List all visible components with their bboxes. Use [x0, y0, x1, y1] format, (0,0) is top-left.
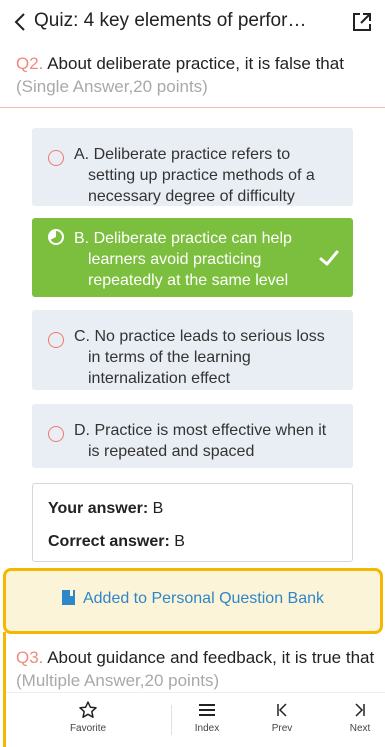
question-bank-text: Added to Personal Question Bank — [82, 590, 325, 607]
your-answer-label: Your answer: — [48, 500, 149, 517]
prev-button[interactable]: Prev — [260, 693, 304, 747]
correct-answer-value: B — [174, 533, 185, 550]
menu-icon — [199, 704, 215, 716]
radio-icon — [48, 426, 64, 442]
question-2-header: Q2. About deliberate practice, it is fal… — [16, 52, 376, 98]
option-label: D. Practice is most effective when it is… — [74, 422, 327, 460]
option-label: B. Deliberate practice can help learners… — [74, 230, 292, 289]
question-meta: (Multiple Answer,20 points) — [16, 671, 220, 690]
favorite-label: Favorite — [69, 723, 107, 734]
question-meta: (Single Answer,20 points) — [16, 77, 208, 96]
top-bar: Quiz: 4 key elements of perfor… — [0, 0, 385, 44]
radio-icon — [48, 150, 64, 166]
option-c[interactable]: C. No practice leads to serious loss in … — [32, 310, 353, 390]
radio-icon — [48, 332, 64, 348]
next-icon — [355, 703, 365, 717]
back-button[interactable] — [8, 7, 32, 37]
divider — [0, 107, 385, 108]
star-icon — [79, 701, 97, 718]
your-answer-value: B — [152, 500, 164, 517]
question-bank-notice[interactable]: Added to Personal Question Bank — [3, 568, 383, 634]
option-b[interactable]: B. Deliberate practice can help learners… — [32, 218, 353, 297]
nav-separator — [171, 705, 172, 735]
question-3-header: Q3. About guidance and feedback, it is t… — [16, 646, 376, 692]
favorite-button[interactable]: Favorite — [58, 693, 118, 747]
previous-icon — [277, 703, 287, 717]
question-text: About guidance and feedback, it is true … — [47, 648, 375, 667]
option-label: A. Deliberate practice refers to setting… — [74, 146, 315, 205]
answer-summary: Your answer: B Correct answer: B — [32, 483, 353, 562]
next-label: Next — [349, 723, 371, 734]
index-button[interactable]: Index — [182, 693, 232, 747]
question-text: About deliberate practice, it is false t… — [47, 54, 344, 73]
question-number: Q2. — [16, 54, 44, 73]
chevron-left-icon — [14, 13, 25, 31]
share-icon[interactable] — [349, 9, 375, 35]
next-button[interactable]: Next — [338, 693, 382, 747]
checkmark-icon — [319, 250, 339, 265]
bottom-nav: Favorite Index Prev Next — [6, 692, 385, 747]
option-d[interactable]: D. Practice is most effective when it is… — [32, 404, 353, 468]
selected-radio-icon — [48, 229, 64, 245]
option-label: C. No practice leads to serious loss in … — [74, 328, 325, 387]
option-a[interactable]: A. Deliberate practice refers to setting… — [32, 128, 353, 206]
correct-answer-row: Correct answer: B — [48, 533, 185, 551]
index-label: Index — [194, 723, 220, 734]
your-answer-row: Your answer: B — [48, 500, 163, 518]
correct-answer-label: Correct answer: — [48, 533, 170, 550]
page-title: Quiz: 4 key elements of perfor… — [34, 10, 307, 31]
bookmark-icon — [61, 590, 75, 605]
question-number: Q3. — [16, 648, 44, 667]
prev-label: Prev — [271, 723, 293, 734]
